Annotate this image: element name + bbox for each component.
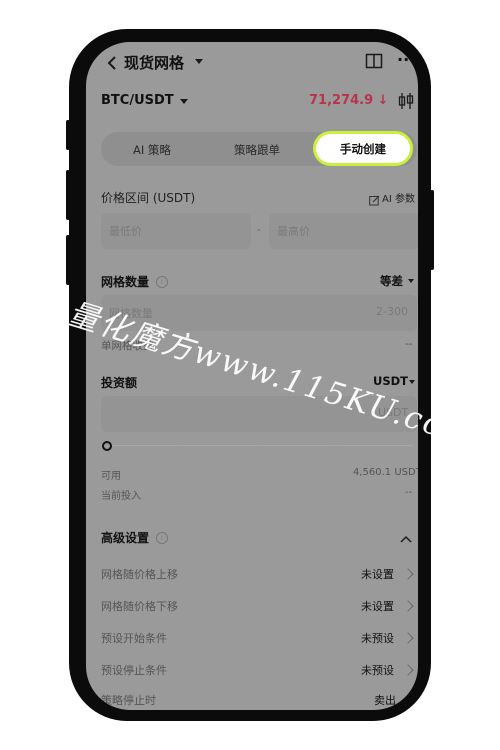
advanced-settings-title: 高级设置 (101, 531, 150, 545)
tab-manual-create[interactable]: 手动创建 (313, 131, 413, 166)
advanced-row[interactable]: 预设停止条件 未预设 (86, 656, 418, 688)
min-price-placeholder: 最低价 (109, 225, 142, 238)
advanced-row-label: 网格随价格上移 (101, 568, 178, 581)
book-icon[interactable] (365, 53, 383, 69)
chevron-right-icon (402, 664, 414, 676)
phone-side-button (430, 190, 434, 270)
grid-count-range: 2-300 (376, 305, 408, 318)
range-separator: - (257, 223, 261, 236)
current-investment-value: -- (405, 487, 413, 498)
available-value: 4,560.1 USDT (353, 467, 418, 478)
advanced-row-value: 未预设 (361, 664, 394, 677)
tab-copy-trading[interactable]: 策略跟单 (234, 142, 280, 158)
advanced-row-label: 预设开始条件 (101, 632, 167, 645)
pair-dropdown-icon[interactable] (180, 99, 188, 104)
investment-title: 投资额 (101, 376, 138, 390)
pair-price: 71,274.9 ↓ (309, 93, 389, 108)
max-price-placeholder: 最高价 (277, 225, 310, 238)
pair-symbol[interactable]: BTC/USDT (101, 93, 174, 108)
advanced-row-label: 预设停止条件 (101, 664, 167, 677)
advanced-row[interactable]: 策略停止时 卖出 (86, 688, 418, 710)
phone-side-button (66, 235, 70, 285)
back-icon[interactable] (104, 55, 120, 71)
candlestick-icon[interactable] (398, 92, 414, 110)
profit-per-grid-value: -- (405, 338, 413, 350)
price-range-title: 价格区间 (USDT) (101, 191, 196, 205)
advanced-row-value: 未设置 (361, 568, 394, 581)
advanced-row[interactable]: 网格随价格下移 未设置 (86, 592, 418, 624)
currency-dropdown-icon[interactable] (409, 380, 415, 384)
grid-mode-dropdown-icon[interactable] (408, 279, 414, 283)
investment-slider-thumb[interactable] (102, 441, 112, 451)
grid-count-title: 网格数量 (101, 275, 150, 289)
available-label: 可用 (101, 471, 121, 482)
advanced-row-value: 未预设 (361, 632, 394, 645)
edit-icon[interactable] (369, 191, 380, 206)
advanced-row-label: 策略停止时 (101, 694, 156, 707)
slider-tick (411, 444, 413, 447)
more-icon[interactable]: ··· (397, 50, 415, 69)
advanced-row-value: 卖出 (374, 694, 396, 707)
chevron-right-icon (402, 632, 414, 644)
tab-manual-create-label: 手动创建 (340, 142, 386, 156)
title-dropdown-icon[interactable] (195, 59, 203, 64)
chevron-right-icon (402, 568, 414, 580)
grid-mode-select[interactable]: 等差 (380, 273, 403, 289)
advanced-row-label: 网格随价格下移 (101, 600, 178, 613)
current-investment-label: 当前投入 (101, 491, 141, 502)
slider-tick (334, 444, 337, 447)
slider-tick (258, 444, 260, 447)
advanced-row[interactable]: 网格随价格上移 未设置 (86, 560, 418, 592)
advanced-row[interactable]: 预设开始条件 未预设 (86, 624, 418, 656)
advanced-row-value: 未设置 (361, 600, 394, 613)
chevron-up-icon[interactable] (400, 529, 412, 543)
chevron-right-icon (402, 600, 414, 612)
info-icon[interactable]: i (156, 276, 168, 288)
tab-ai-strategy[interactable]: AI 策略 (133, 142, 171, 158)
phone-side-button (66, 120, 70, 150)
phone-side-button (66, 170, 70, 220)
page-title: 现货网格 (124, 54, 185, 72)
slider-tick (181, 444, 184, 447)
ai-params-button[interactable]: AI 参数 (382, 190, 415, 205)
info-icon[interactable]: i (156, 532, 168, 544)
